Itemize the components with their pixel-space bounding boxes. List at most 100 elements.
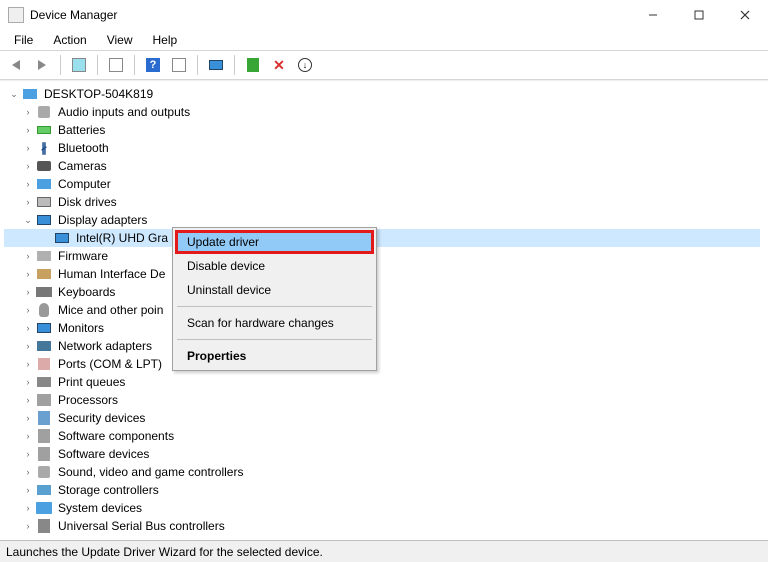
maximize-button[interactable] [676, 0, 722, 30]
print-icon [36, 374, 52, 390]
expand-icon[interactable]: › [22, 341, 34, 351]
context-update-driver[interactable]: Update driver [175, 230, 374, 254]
pc-icon [36, 176, 52, 192]
tree-device[interactable]: ›Intel(R) UHD Gra [4, 229, 760, 247]
tree-category[interactable]: ›Network adapters [4, 337, 760, 355]
tree-category[interactable]: ›Monitors [4, 319, 760, 337]
tree-category[interactable]: ⌄Display adapters [4, 211, 760, 229]
expand-icon[interactable]: › [22, 179, 34, 189]
expand-icon[interactable]: › [22, 323, 34, 333]
close-button[interactable] [722, 0, 768, 30]
sw-icon [36, 446, 52, 462]
scan-button[interactable]: ↓ [293, 54, 317, 76]
monitor-icon [36, 212, 52, 228]
device-label: Intel(R) UHD Gra [76, 231, 168, 245]
expand-icon[interactable]: › [22, 485, 34, 495]
statusbar-text: Launches the Update Driver Wizard for th… [6, 545, 323, 559]
expand-icon[interactable]: › [22, 413, 34, 423]
context-properties[interactable]: Properties [175, 344, 374, 368]
expand-icon[interactable]: › [22, 503, 34, 513]
help-button[interactable]: ? [141, 54, 165, 76]
expand-icon[interactable]: › [22, 377, 34, 387]
uninstall-button[interactable]: ✕ [267, 54, 291, 76]
separator [234, 55, 235, 75]
action-button[interactable] [167, 54, 191, 76]
tree-category[interactable]: › Print queues [4, 373, 760, 391]
tree-category[interactable]: ›Universal Serial Bus controllers [4, 517, 760, 535]
expand-icon[interactable]: › [22, 287, 34, 297]
collapse-icon[interactable]: ⌄ [8, 89, 20, 100]
scan-icon: ↓ [298, 58, 312, 72]
tree-category[interactable]: ›Software components [4, 427, 760, 445]
tree-category[interactable]: › Disk drives [4, 193, 760, 211]
menu-view[interactable]: View [99, 31, 141, 49]
menu-help[interactable]: Help [145, 31, 186, 49]
tree-category[interactable]: ›Computer [4, 175, 760, 193]
menu-action[interactable]: Action [45, 31, 94, 49]
expand-icon[interactable]: › [22, 449, 34, 459]
tree-category[interactable]: ›Security devices [4, 409, 760, 427]
menu-file[interactable]: File [6, 31, 41, 49]
expand-icon[interactable]: › [22, 269, 34, 279]
tree-category[interactable]: ›Batteries [4, 121, 760, 139]
tree-category[interactable]: ›Audio inputs and outputs [4, 103, 760, 121]
tree-category[interactable]: › Processors [4, 391, 760, 409]
expand-icon[interactable]: › [22, 431, 34, 441]
tree-category[interactable]: ›Ports (COM & LPT) [4, 355, 760, 373]
tree-category[interactable]: ›Software devices [4, 445, 760, 463]
update-driver-button[interactable] [204, 54, 228, 76]
expand-icon[interactable]: › [22, 521, 34, 531]
expand-icon[interactable]: › [22, 395, 34, 405]
category-label: Disk drives [58, 195, 117, 209]
context-scan-hardware[interactable]: Scan for hardware changes [175, 311, 374, 335]
window-controls [630, 0, 768, 30]
category-label: Processors [58, 393, 118, 407]
tree-category[interactable]: ›Cameras [4, 157, 760, 175]
tree-category[interactable]: ›Sound, video and game controllers [4, 463, 760, 481]
expand-icon[interactable]: › [22, 359, 34, 369]
show-hidden-button[interactable] [67, 54, 91, 76]
expand-icon[interactable]: › [22, 107, 34, 117]
tree-category[interactable]: ›System devices [4, 499, 760, 517]
separator [197, 55, 198, 75]
category-label: Firmware [58, 249, 108, 263]
x-icon: ✕ [273, 57, 285, 74]
sound-icon [36, 464, 52, 480]
context-uninstall-device[interactable]: Uninstall device [175, 278, 374, 302]
expand-icon[interactable]: › [22, 305, 34, 315]
titlebar: Device Manager [0, 0, 768, 30]
device-tree[interactable]: ⌄DESKTOP-504K819›Audio inputs and output… [0, 80, 768, 538]
tree-category[interactable]: ›∦Bluetooth [4, 139, 760, 157]
nav-back-button[interactable] [4, 54, 28, 76]
folder-icon [36, 500, 52, 516]
separator [97, 55, 98, 75]
expand-icon[interactable]: ⌄ [22, 215, 34, 226]
properties-button[interactable] [104, 54, 128, 76]
expand-icon[interactable]: › [22, 197, 34, 207]
battery-icon [36, 122, 52, 138]
enable-button[interactable] [241, 54, 265, 76]
disk-icon [36, 194, 52, 210]
bluetooth-icon: ∦ [36, 140, 52, 156]
tree-category[interactable]: › Firmware [4, 247, 760, 265]
context-disable-device[interactable]: Disable device [175, 254, 374, 278]
expand-icon[interactable]: › [22, 125, 34, 135]
tree-category[interactable]: ›Mice and other poin [4, 301, 760, 319]
window-title: Device Manager [30, 8, 117, 22]
expand-icon[interactable]: › [22, 161, 34, 171]
chip-icon [36, 392, 52, 408]
minimize-button[interactable] [630, 0, 676, 30]
expand-icon[interactable]: › [22, 143, 34, 153]
expand-icon[interactable]: › [22, 251, 34, 261]
sound-icon [36, 104, 52, 120]
nav-forward-button[interactable] [30, 54, 54, 76]
tree-root-node[interactable]: ⌄DESKTOP-504K819 [4, 85, 760, 103]
help-icon: ? [146, 58, 160, 72]
monitor-icon [209, 60, 223, 70]
category-label: Human Interface De [58, 267, 165, 281]
tree-category[interactable]: ›Storage controllers [4, 481, 760, 499]
expand-icon[interactable]: › [22, 467, 34, 477]
tree-category[interactable]: ›Keyboards [4, 283, 760, 301]
tree-category[interactable]: › Human Interface De [4, 265, 760, 283]
category-label: Print queues [58, 375, 125, 389]
